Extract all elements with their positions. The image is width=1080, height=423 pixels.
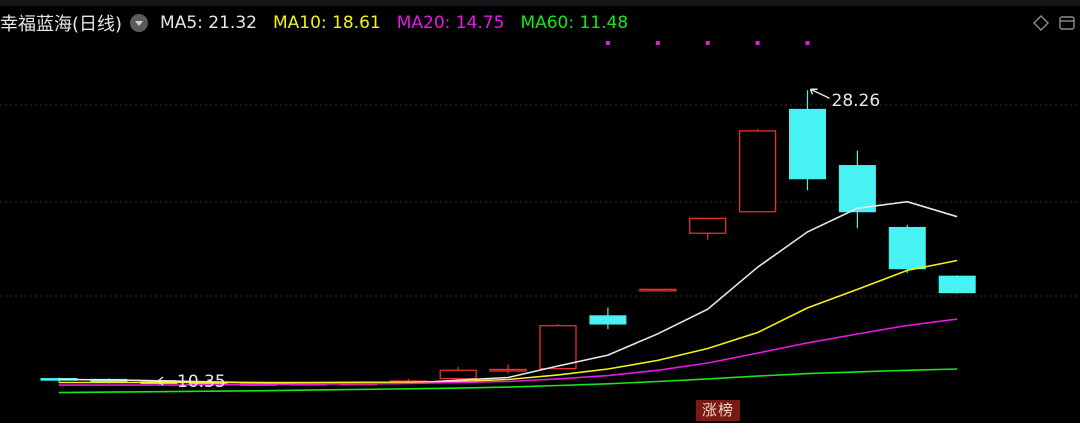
signal-dot	[805, 41, 810, 45]
candle-body-down	[838, 165, 876, 213]
candle-body-up	[539, 325, 577, 370]
signal-dot	[755, 41, 760, 45]
candle-body-up	[489, 368, 527, 372]
candle-body-up	[439, 369, 477, 380]
signal-dot	[605, 41, 610, 45]
zhang-bang-badge[interactable]: 涨榜	[696, 400, 740, 421]
ma5-line	[58, 200, 958, 385]
candle-body-down	[789, 108, 826, 180]
candle-body-up	[689, 217, 727, 234]
candle-body-up	[738, 130, 777, 213]
signal-dot	[655, 41, 660, 45]
high-price-label: 28.26	[832, 91, 881, 111]
ma10-line	[59, 259, 958, 384]
high-marker-arrow	[810, 88, 830, 99]
signal-dot	[705, 41, 710, 45]
candle-body-up	[639, 288, 677, 292]
low-price-label: 10.35	[177, 372, 226, 392]
candle-body-down	[888, 226, 926, 270]
candlestick-chart: 28.26 10.35	[0, 41, 1080, 394]
candle-body-down	[938, 275, 976, 294]
candle-body-down	[589, 315, 627, 325]
